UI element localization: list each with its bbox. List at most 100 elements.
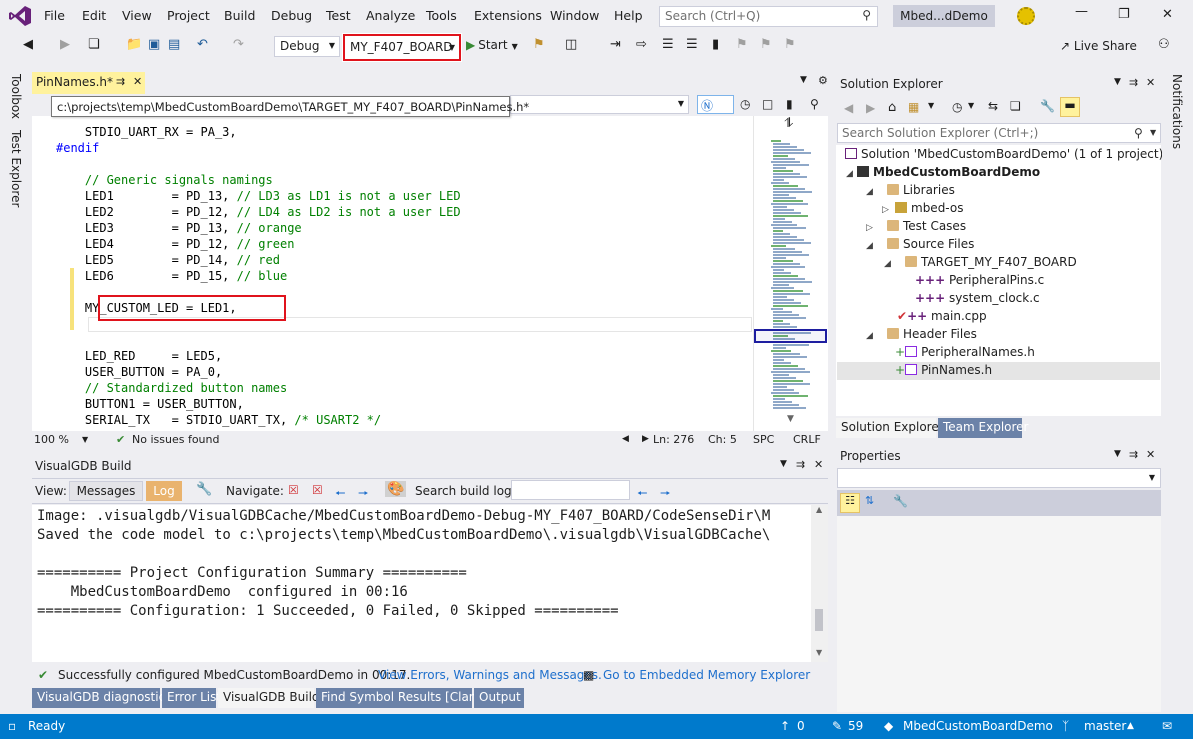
step-icon[interactable]: ⇥ — [610, 37, 621, 52]
tree-libraries[interactable]: Libraries — [887, 183, 955, 197]
scroll-down-icon[interactable]: ▼ — [787, 414, 794, 424]
tag-icon[interactable]: ▮ — [786, 97, 793, 111]
minimize-icon[interactable]: — — [1075, 4, 1088, 19]
sync-icon[interactable]: ⇆ — [988, 99, 998, 113]
menu-extensions[interactable]: Extensions — [474, 8, 542, 23]
arrow-left-icon[interactable]: 🠔 — [335, 484, 346, 505]
close-icon[interactable]: ✕ — [1146, 448, 1155, 461]
prev-bookmark-icon[interactable]: ⚑ — [736, 37, 748, 52]
notifications-tab[interactable]: Notifications — [1170, 74, 1184, 149]
menu-project[interactable]: Project — [167, 8, 210, 23]
tree-test-cases[interactable]: Test Cases — [887, 219, 966, 233]
pin-icon[interactable]: ⇉ — [796, 458, 805, 471]
repo-icon[interactable]: ◆ — [884, 719, 893, 733]
tree-peripheral-names[interactable]: + PeripheralNames.h — [895, 345, 1035, 359]
chevron-down-icon[interactable]: ▼ — [1150, 128, 1156, 137]
tree-main-cpp[interactable]: ✔++ main.cpp — [897, 309, 987, 323]
zoom-icon[interactable]: ⚲ — [810, 97, 819, 111]
alphabetical-icon[interactable]: ⇅ — [865, 494, 874, 507]
menu-test[interactable]: Test — [326, 8, 351, 23]
properties-wrench-icon[interactable]: 🔧 — [1040, 99, 1055, 113]
messages-tab[interactable]: Messages — [69, 481, 143, 501]
expand-arrow-icon[interactable]: ◢ — [846, 169, 853, 179]
pending-changes-icon[interactable]: ◷ — [952, 100, 962, 114]
document-tab[interactable]: PinNames.h* ⇉ ✕ — [32, 72, 145, 94]
bookmark-icon[interactable]: ▮ — [712, 37, 719, 52]
member-select[interactable]: ▼ — [510, 95, 689, 114]
search-next-icon[interactable]: 🠖 — [660, 484, 671, 505]
back-icon[interactable]: ◀ — [844, 101, 853, 115]
clock-icon[interactable]: ◷ — [740, 97, 750, 111]
solution-search-input[interactable]: Search Solution Explorer (Ctrl+;) ⚲ ▼ — [837, 123, 1161, 143]
tree-mbed-os[interactable]: mbed-os — [895, 201, 963, 215]
pin-icon[interactable]: ⇉ — [1129, 76, 1138, 89]
dropdown-icon[interactable]: ▼ — [780, 459, 787, 469]
start-button[interactable]: ▶ Start ▼ — [466, 38, 518, 52]
uncomment-icon[interactable]: ☰ — [686, 37, 698, 52]
minimap-viewport[interactable] — [754, 329, 827, 343]
next-bookmark-icon[interactable]: ⚑ — [760, 37, 772, 52]
tab-visualgdb-diagnostics[interactable]: VisualGDB diagnostics — [32, 688, 171, 708]
chevron-down-icon[interactable]: ▼ — [968, 101, 974, 110]
tree-peripheral-pins[interactable]: +++ PeripheralPins.c — [915, 273, 1044, 287]
collapse-arrow-icon[interactable]: ▷ — [866, 223, 873, 233]
property-pages-icon[interactable]: 🔧 — [893, 494, 908, 508]
browse-icon[interactable]: ◫ — [565, 37, 577, 52]
configuration-select[interactable]: Debug ▼ — [274, 36, 340, 57]
preview-icon[interactable]: ▬ — [1060, 97, 1080, 117]
back-icon[interactable]: ◀ — [23, 37, 33, 52]
scroll-left-icon[interactable]: ◀ — [622, 434, 629, 444]
scroll-down-icon[interactable]: ▼ — [816, 648, 822, 657]
categorized-icon[interactable]: ☷ — [840, 493, 860, 513]
attach-icon[interactable]: ⚑ — [533, 37, 545, 52]
tab-solution-explorer[interactable]: Solution Explorer — [836, 418, 944, 438]
forward-icon[interactable]: ▶ — [60, 37, 70, 52]
tab-output[interactable]: Output — [474, 688, 524, 708]
expand-arrow-icon[interactable]: ◢ — [866, 241, 873, 251]
tree-solution[interactable]: Solution 'MbedCustomBoardDemo' (1 of 1 p… — [845, 147, 1163, 161]
build-scrollbar[interactable]: ▲ ▼ — [811, 505, 828, 662]
document-icon[interactable]: □ — [762, 97, 773, 111]
close-icon[interactable]: ✕ — [1146, 76, 1155, 89]
close-icon[interactable]: ✕ — [1162, 7, 1173, 22]
account-icon[interactable]: ⚇ — [1158, 37, 1170, 52]
wrench-icon[interactable]: 🔧 — [196, 482, 212, 497]
tab-overflow-icon[interactable]: ▼ — [800, 75, 807, 85]
board-select[interactable]: MY_F407_BOARD ▼ — [342, 33, 462, 62]
save-icon[interactable]: ▣ — [148, 37, 160, 52]
live-share-button[interactable]: ↗ Live Share — [1060, 39, 1137, 53]
expand-arrow-icon[interactable]: ◢ — [884, 259, 891, 269]
menu-view[interactable]: View — [122, 8, 152, 23]
tree-system-clock[interactable]: +++ system_clock.c — [915, 291, 1040, 305]
home-icon[interactable]: ⌂ — [888, 100, 896, 115]
tab-find-symbol-results[interactable]: Find Symbol Results [Clang] — [316, 688, 489, 708]
menu-edit[interactable]: Edit — [82, 8, 106, 23]
open-icon[interactable]: 📁 — [126, 37, 142, 52]
repo-name[interactable]: MbedCustomBoardDemo — [903, 719, 1053, 733]
chevron-down-icon[interactable]: ▼ — [82, 435, 88, 444]
tab-visualgdb-build[interactable]: VisualGDB Build — [218, 688, 320, 708]
line-number[interactable]: Ln: 276 — [653, 433, 694, 446]
prev-error-icon[interactable]: ☒ — [288, 483, 299, 497]
tree-pin-names[interactable]: + PinNames.h — [895, 363, 992, 377]
log-tab[interactable]: Log — [146, 481, 182, 501]
search-build-log-input[interactable] — [511, 480, 630, 500]
chevron-up-icon[interactable]: ▲ — [1127, 721, 1134, 731]
push-count[interactable]: 0 — [797, 719, 805, 733]
chevron-down-icon[interactable]: ▼ — [928, 101, 934, 110]
line-ending[interactable]: CRLF — [793, 433, 821, 446]
properties-grid[interactable] — [837, 516, 1161, 712]
collapse-all-icon[interactable]: ❏ — [1010, 99, 1021, 113]
tree-source-files[interactable]: Source Files — [887, 237, 974, 251]
pencil-icon[interactable]: ✎ — [832, 719, 842, 733]
branch-name[interactable]: master — [1084, 719, 1126, 733]
settings-gear-icon[interactable]: ⚙ — [818, 74, 828, 87]
properties-object-select[interactable]: ▼ — [837, 468, 1161, 488]
memory-explorer-link[interactable]: Go to Embedded Memory Explorer — [603, 668, 810, 682]
restore-icon[interactable]: ❐ — [1118, 7, 1130, 22]
next-error-icon[interactable]: ☒ — [312, 483, 323, 497]
redo-icon[interactable]: ↷ — [233, 37, 244, 52]
close-icon[interactable]: ✕ — [814, 458, 823, 471]
test-explorer-tab[interactable]: Test Explorer — [9, 130, 23, 207]
menu-analyze[interactable]: Analyze — [366, 8, 415, 23]
